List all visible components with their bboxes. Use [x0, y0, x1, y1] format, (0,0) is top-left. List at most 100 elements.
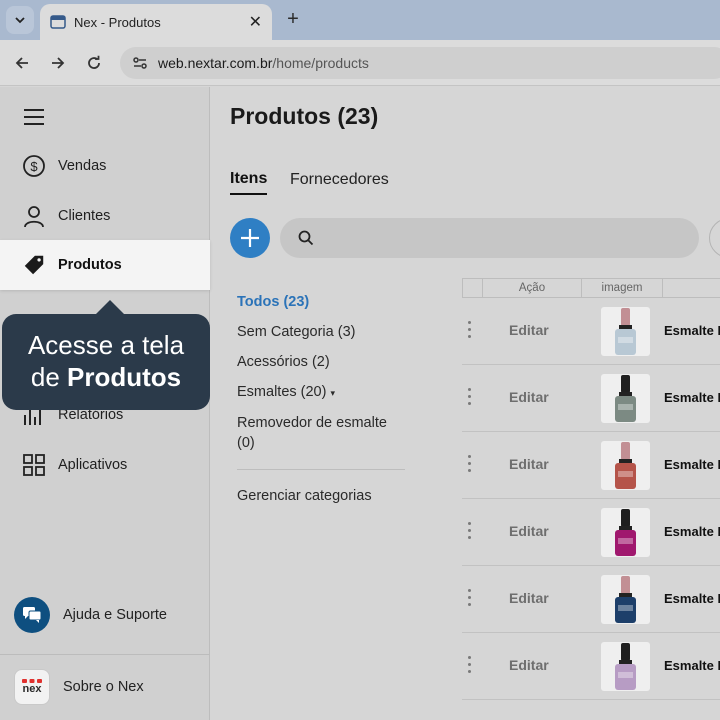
- url-text: web.nextar.com.br/home/products: [158, 55, 369, 71]
- main-content: Produtos (23) Itens Fornecedores Todos (…: [211, 87, 720, 720]
- product-image: [601, 307, 650, 356]
- tab-title: Nex - Produtos: [74, 14, 161, 30]
- sidebar-item-label: Clientes: [58, 208, 111, 224]
- table-row[interactable]: Editar Esmalte R: [462, 365, 720, 432]
- user-icon: [22, 204, 46, 228]
- sidebar-item-aplicativos[interactable]: Aplicativos: [0, 440, 210, 490]
- chat-icon: [14, 597, 50, 633]
- svg-text:$: $: [30, 159, 38, 174]
- tooltip-line2-bold: Produtos: [67, 362, 182, 392]
- table-row[interactable]: Editar Esmalte R: [462, 633, 720, 700]
- edit-button[interactable]: Editar: [509, 322, 549, 338]
- sidebar-item-label: Vendas: [58, 158, 107, 174]
- manage-categories-link[interactable]: Gerenciar categorias: [237, 488, 372, 504]
- product-image: [601, 575, 650, 624]
- category-list: Todos (23) Sem Categoria (3) Acessórios …: [237, 292, 407, 453]
- table-row[interactable]: Editar Esmalte R: [462, 432, 720, 499]
- page-title: Produtos (23): [230, 103, 379, 129]
- product-name[interactable]: Esmalte R: [664, 658, 720, 673]
- edit-button[interactable]: Editar: [509, 590, 549, 606]
- edit-button[interactable]: Editar: [509, 523, 549, 539]
- tooltip-arrow: [95, 300, 125, 315]
- table-row[interactable]: Editar Esmalte R: [462, 298, 720, 365]
- edit-button[interactable]: Editar: [509, 389, 549, 405]
- url-host: web.nextar.com.br: [158, 55, 273, 71]
- category-label: Esmaltes (20): [237, 384, 327, 400]
- nex-logo-text: nex: [22, 683, 42, 695]
- more-options-icon[interactable]: [468, 656, 472, 676]
- help-label: Ajuda e Suporte: [63, 607, 167, 623]
- tab-fornecedores[interactable]: Fornecedores: [290, 171, 389, 189]
- site-settings-icon[interactable]: [132, 55, 148, 71]
- more-options-icon[interactable]: [468, 455, 472, 475]
- address-bar[interactable]: web.nextar.com.br/home/products: [120, 47, 720, 79]
- product-name[interactable]: Esmalte R: [664, 591, 720, 606]
- menu-icon[interactable]: [24, 109, 44, 125]
- tab-close-icon[interactable]: ✕: [249, 12, 262, 32]
- search-icon: [298, 230, 314, 246]
- more-options-icon[interactable]: [468, 321, 472, 341]
- back-button[interactable]: [11, 52, 33, 74]
- add-product-button[interactable]: [230, 218, 270, 258]
- sidebar-item-produtos[interactable]: Produtos: [0, 240, 210, 290]
- reload-icon: [88, 55, 100, 69]
- new-tab-button[interactable]: +: [282, 8, 304, 30]
- table-row[interactable]: Editar Esmalte R: [462, 566, 720, 633]
- plus-icon: [241, 229, 259, 247]
- forward-button[interactable]: [47, 52, 69, 74]
- nail-polish-bottle-icon: [615, 643, 636, 690]
- product-name[interactable]: Esmalte R: [664, 323, 720, 338]
- product-name[interactable]: Esmalte R: [664, 524, 720, 539]
- more-options-icon[interactable]: [468, 522, 472, 542]
- edit-button[interactable]: Editar: [509, 657, 549, 673]
- sidebar-item-vendas[interactable]: $ Vendas: [0, 141, 210, 191]
- product-image: [601, 441, 650, 490]
- nex-logo: nex: [14, 669, 50, 705]
- help-support-button[interactable]: Ajuda e Suporte: [14, 597, 167, 633]
- category-divider: [237, 469, 405, 470]
- chevron-down-icon: [15, 17, 25, 24]
- dollar-circle-icon: $: [22, 154, 46, 178]
- arrow-right-icon: [52, 57, 65, 69]
- tab-itens[interactable]: Itens: [230, 170, 268, 195]
- tooltip-line1: Acesse a tela: [27, 330, 185, 360]
- grid-icon: [22, 453, 46, 477]
- product-image: [601, 642, 650, 691]
- tag-icon: [22, 253, 46, 277]
- sidebar-item-label: Produtos: [58, 257, 122, 273]
- column-header-empty: [662, 279, 720, 297]
- reload-button[interactable]: [83, 52, 105, 74]
- nail-polish-bottle-icon: [615, 509, 636, 556]
- category-item-acessorios[interactable]: Acessórios (2): [237, 352, 407, 372]
- browser-tab-bar: Nex - Produtos ✕ +: [0, 0, 720, 40]
- url-path: /home/products: [272, 55, 369, 71]
- column-header-acao: Ação: [482, 279, 581, 297]
- nail-polish-bottle-icon: [615, 576, 636, 623]
- sidebar-item-label: Aplicativos: [58, 457, 128, 473]
- filter-button[interactable]: [709, 218, 720, 258]
- tooltip-line2-prefix: de: [30, 362, 60, 392]
- tooltip-line2: de Produtos: [2, 361, 210, 393]
- table-row[interactable]: Editar Esmalte R: [462, 499, 720, 566]
- caret-down-icon[interactable]: ▾: [330, 388, 335, 398]
- nail-polish-bottle-icon: [615, 375, 636, 422]
- tab-list-button[interactable]: [6, 6, 34, 34]
- edit-button[interactable]: Editar: [509, 456, 549, 472]
- sidebar-divider: [0, 654, 210, 655]
- column-header-imagem: imagem: [581, 279, 662, 297]
- category-item-removedor[interactable]: Removedor de esmalte (0): [237, 413, 407, 453]
- product-name[interactable]: Esmalte R: [664, 457, 720, 472]
- product-image: [601, 508, 650, 557]
- category-item-todos[interactable]: Todos (23): [237, 292, 407, 312]
- browser-tab[interactable]: Nex - Produtos ✕: [40, 4, 272, 40]
- category-item-esmaltes[interactable]: Esmaltes (20) ▾: [237, 382, 407, 403]
- more-options-icon[interactable]: [468, 589, 472, 609]
- category-item-sem-categoria[interactable]: Sem Categoria (3): [237, 322, 407, 342]
- product-name[interactable]: Esmalte R: [664, 390, 720, 405]
- nail-polish-bottle-icon: [615, 308, 636, 355]
- about-nex-button[interactable]: nex Sobre o Nex: [14, 669, 144, 705]
- sidebar-item-clientes[interactable]: Clientes: [0, 191, 210, 241]
- search-input[interactable]: [280, 218, 699, 258]
- tooltip-callout: Acesse a tela de Produtos: [2, 314, 210, 410]
- more-options-icon[interactable]: [468, 388, 472, 408]
